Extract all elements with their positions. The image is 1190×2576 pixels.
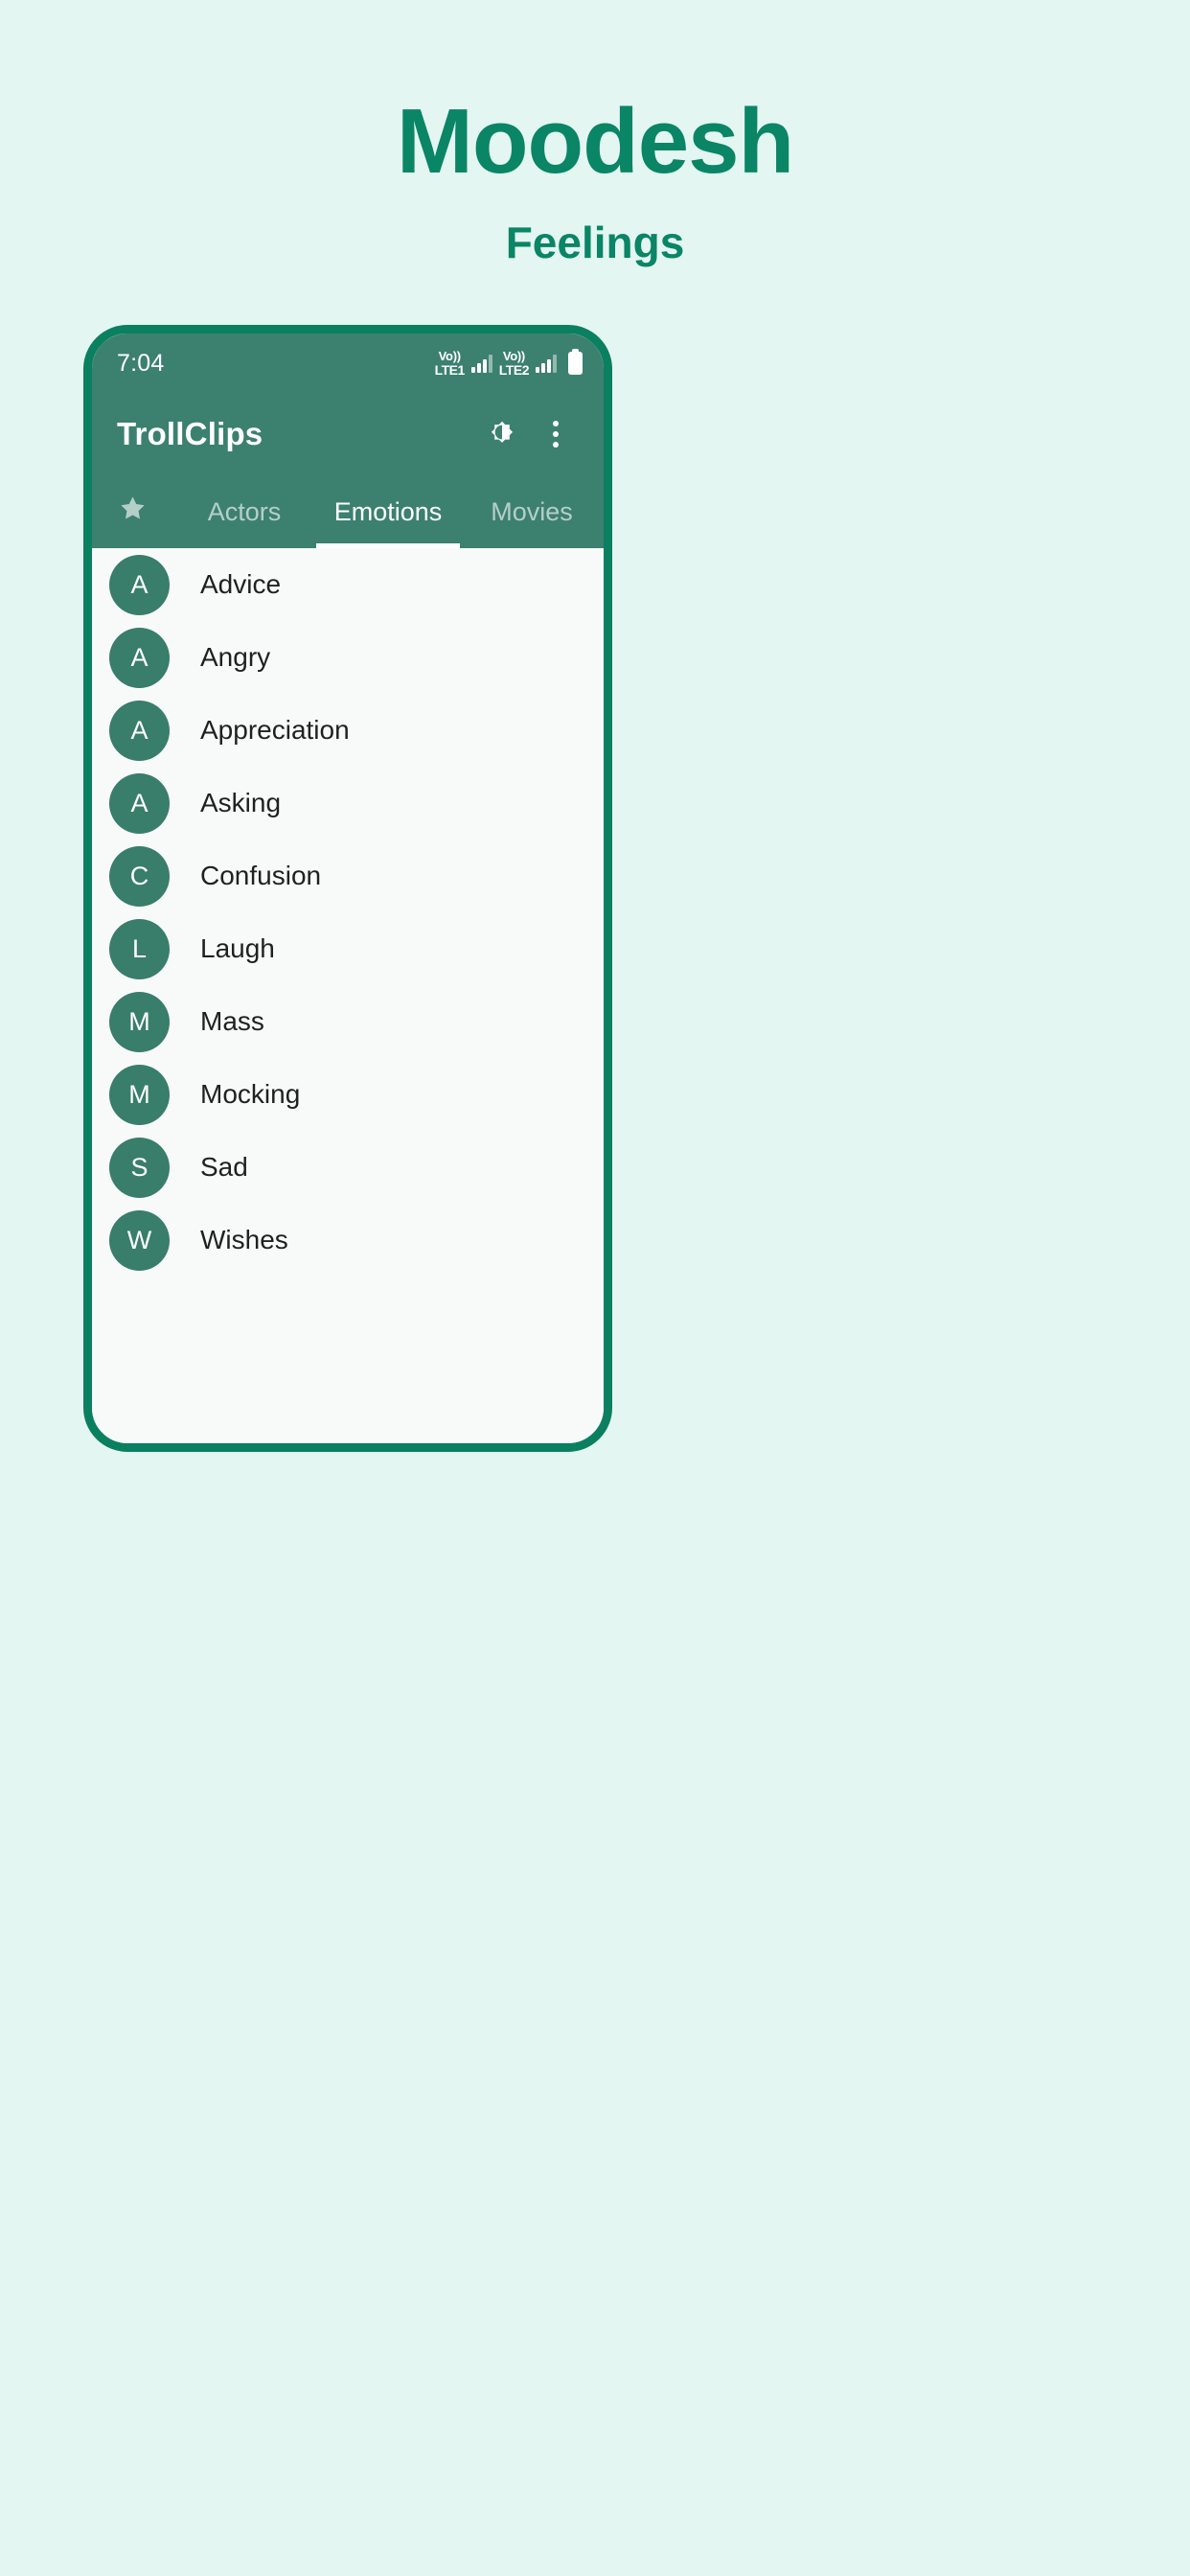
avatar: A — [109, 627, 170, 688]
signal-bars-icon-2 — [536, 354, 557, 373]
avatar: L — [109, 918, 170, 979]
tab-favorites[interactable] — [92, 475, 172, 548]
list-item[interactable]: A Appreciation — [92, 694, 604, 767]
list-item-label: Asking — [200, 788, 282, 817]
volte-2-bottom-label: LTE2 — [498, 362, 530, 378]
volte-1-top-label: Vo)) — [438, 349, 461, 363]
list-item-label: Angry — [200, 642, 271, 672]
list-item-label: Advice — [200, 569, 282, 599]
list-item-label: Sad — [200, 1152, 248, 1182]
list-item[interactable]: M Mass — [92, 985, 604, 1058]
volte-2-indicator: Vo)) LTE2 — [498, 349, 530, 378]
volte-1-bottom-label: LTE1 — [434, 362, 466, 378]
tab-emotions[interactable]: Emotions — [316, 475, 460, 548]
avatar: C — [109, 845, 170, 907]
tab-emotions-label: Emotions — [333, 496, 443, 526]
list-item[interactable]: M Mocking — [92, 1058, 604, 1131]
more-vertical-icon — [553, 421, 559, 448]
volte-2-top-label: Vo)) — [502, 349, 525, 363]
avatar: A — [109, 772, 170, 834]
avatar: M — [109, 991, 170, 1052]
list-item-label: Appreciation — [200, 715, 350, 745]
list-item[interactable]: C Confusion — [92, 840, 604, 912]
list-item[interactable]: A Asking — [92, 767, 604, 840]
phone-mockup: 7:04 Vo)) LTE1 Vo)) LTE2 TrollClips Acto… — [83, 325, 612, 1452]
tab-actors[interactable]: Actors — [172, 475, 316, 548]
status-icons: Vo)) LTE1 Vo)) LTE2 — [434, 349, 583, 378]
star-icon — [118, 494, 148, 530]
list-item-label: Mocking — [200, 1079, 301, 1109]
list-item-label: Confusion — [200, 861, 322, 890]
volte-1-indicator: Vo)) LTE1 — [434, 349, 466, 378]
list-item-label: Mass — [200, 1006, 264, 1036]
avatar: S — [109, 1137, 170, 1198]
list-item[interactable]: L Laugh — [92, 912, 604, 985]
brightness-toggle-icon — [486, 416, 518, 453]
emotions-list[interactable]: A Advice A Angry A Appreciation A Asking… — [92, 548, 604, 1443]
signal-bars-icon — [470, 354, 492, 373]
list-item[interactable]: S Sad — [92, 1131, 604, 1204]
list-item[interactable]: A Angry — [92, 621, 604, 694]
list-item-label: Laugh — [200, 933, 275, 963]
tab-movies[interactable]: Movies — [460, 475, 604, 548]
list-item[interactable]: W Wishes — [92, 1204, 604, 1276]
avatar: A — [109, 700, 170, 761]
battery-icon — [568, 349, 583, 375]
avatar: W — [109, 1209, 170, 1271]
theme-toggle-button[interactable] — [475, 407, 529, 461]
avatar: A — [109, 554, 170, 615]
tab-bar: Actors Emotions Movies — [92, 475, 604, 548]
status-time: 7:04 — [117, 349, 165, 377]
tab-actors-label: Actors — [207, 496, 282, 526]
list-item-label: Wishes — [200, 1225, 288, 1254]
page-subtitle: Feelings — [505, 217, 685, 267]
page-title: Moodesh — [396, 90, 794, 193]
status-bar: 7:04 Vo)) LTE1 Vo)) LTE2 — [92, 334, 604, 393]
promo-header: Moodesh Feelings — [0, 0, 1190, 269]
app-bar: TrollClips — [92, 393, 604, 475]
tab-movies-label: Movies — [491, 496, 573, 526]
list-item[interactable]: A Advice — [92, 548, 604, 621]
overflow-menu-button[interactable] — [529, 407, 583, 461]
avatar: M — [109, 1064, 170, 1125]
app-title: TrollClips — [117, 416, 263, 451]
